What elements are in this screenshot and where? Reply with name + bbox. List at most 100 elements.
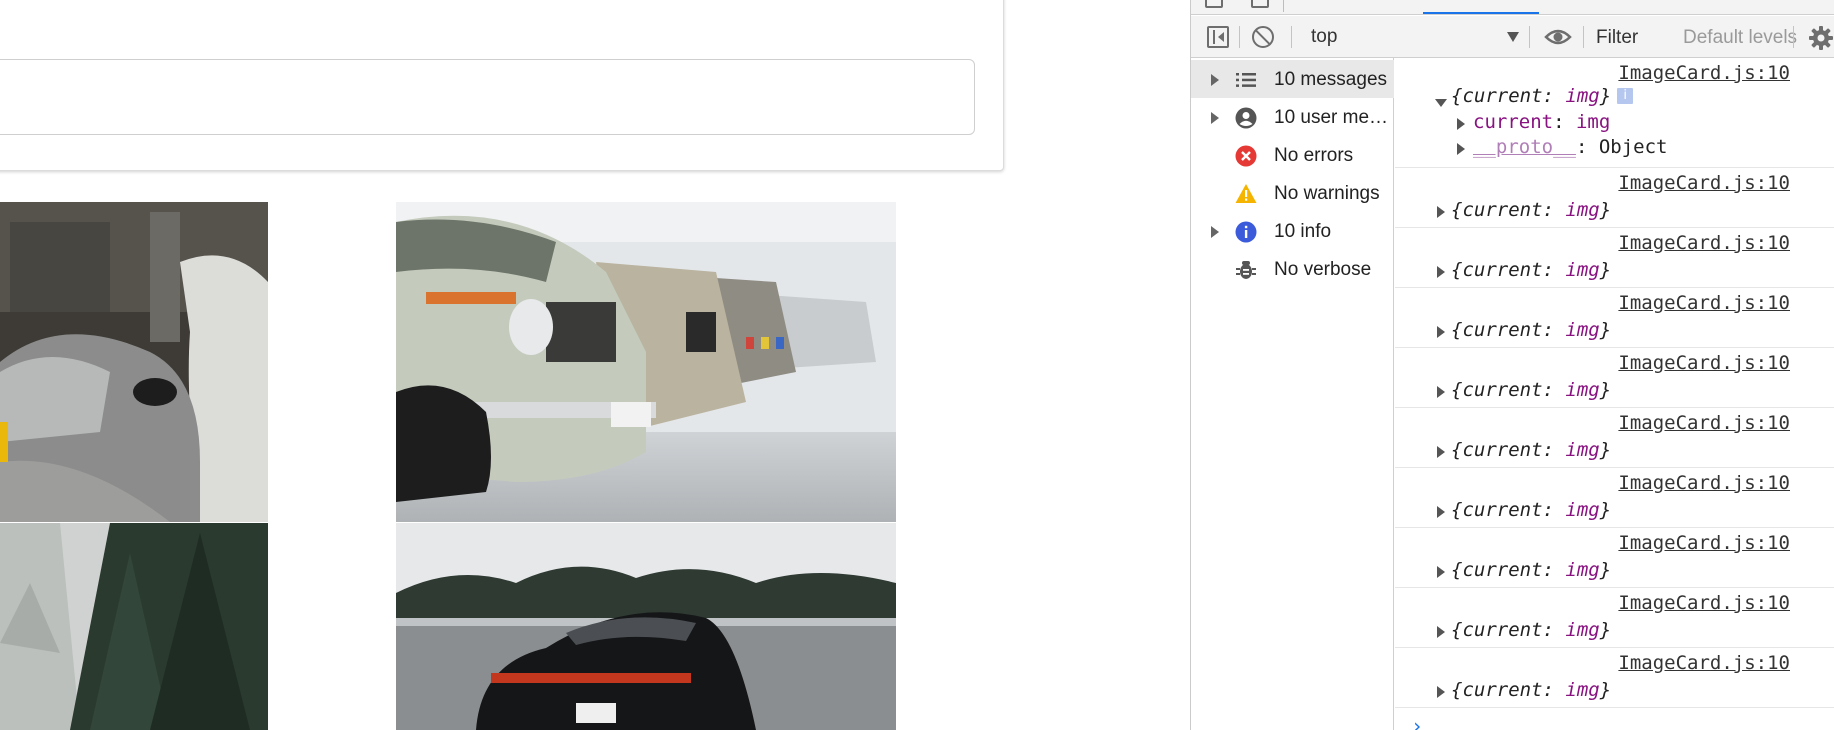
object-preview[interactable]: {current: img} <box>1451 559 1611 581</box>
chevron-down-icon <box>1507 32 1519 42</box>
expand-arrow-icon[interactable] <box>1437 686 1445 698</box>
context-selector[interactable]: top <box>1305 24 1519 50</box>
devtools-panel: top Default levels <box>1190 0 1834 730</box>
console-message: ImageCard.js:10 {current: img} i current:… <box>1395 58 1834 168</box>
expand-arrow-icon[interactable] <box>1211 74 1219 86</box>
expand-arrow-icon[interactable] <box>1211 112 1219 124</box>
car-photo-2-image <box>396 202 896 522</box>
expand-arrow-icon[interactable] <box>1437 266 1445 278</box>
sidebar-item-info[interactable]: 10 info <box>1191 212 1394 250</box>
devtools-tabbar <box>1191 0 1834 15</box>
expand-arrow-icon[interactable] <box>1437 506 1445 518</box>
toolbar-separator <box>1239 26 1240 48</box>
message-source-link[interactable]: ImageCard.js:10 <box>1618 592 1790 614</box>
expand-arrow-icon[interactable] <box>1437 386 1445 398</box>
sidebar-item-warnings[interactable]: No warnings <box>1191 174 1394 212</box>
bug-icon <box>1236 261 1256 279</box>
expand-arrow-icon[interactable] <box>1437 626 1445 638</box>
forest-photo-image <box>0 523 268 730</box>
sidebar-item-errors[interactable]: No errors <box>1191 136 1394 174</box>
clear-console-icon[interactable] <box>1252 26 1274 48</box>
live-expression-eye-icon[interactable] <box>1544 27 1572 47</box>
console-messages: ImageCard.js:10 {current: img} i current:… <box>1395 58 1834 730</box>
message-source-link[interactable]: ImageCard.js:10 <box>1618 62 1790 84</box>
toolbar-separator <box>1583 26 1584 48</box>
info-icon <box>1235 221 1257 243</box>
message-source-link[interactable]: ImageCard.js:10 <box>1618 172 1790 194</box>
porsche-photo-image <box>396 523 896 730</box>
message-source-link[interactable]: ImageCard.js:10 <box>1618 472 1790 494</box>
message-source-link[interactable]: ImageCard.js:10 <box>1618 652 1790 674</box>
sidebar-item-label: No errors <box>1274 145 1354 166</box>
object-preview[interactable]: {current: img} <box>1451 499 1611 521</box>
tab-console-active[interactable] <box>1423 12 1539 14</box>
expand-arrow-icon[interactable] <box>1437 446 1445 458</box>
console-message: ImageCard.js:10 {current: img} <box>1395 168 1834 228</box>
sidebar-item-verbose[interactable]: No verbose <box>1191 250 1394 288</box>
sidebar-item-label: No verbose <box>1274 259 1372 280</box>
collapse-arrow-icon[interactable] <box>1435 99 1447 107</box>
object-property[interactable]: current: img <box>1473 111 1610 133</box>
context-value: top <box>1311 26 1338 47</box>
console-prompt[interactable]: › <box>1411 714 1423 730</box>
object-preview[interactable]: {current: img} <box>1451 379 1611 401</box>
show-sidebar-icon[interactable] <box>1207 26 1229 48</box>
toolbar-separator <box>1529 26 1530 48</box>
gear-icon[interactable] <box>1807 24 1834 52</box>
object-preview[interactable]: {current: img} <box>1451 319 1611 341</box>
user-icon <box>1235 107 1257 129</box>
sidebar-item-label: 10 user messages <box>1274 107 1394 128</box>
console-message: ImageCard.js:10 {current: img} <box>1395 528 1834 588</box>
error-icon <box>1235 145 1257 167</box>
toolbar-separator <box>1793 26 1794 48</box>
sidebar-item-label: 10 messages <box>1274 69 1388 90</box>
console-message: ImageCard.js:10 {current: img} <box>1395 648 1834 708</box>
device-toolbar-icon[interactable] <box>1251 0 1269 8</box>
sidebar-item-label: No warnings <box>1274 183 1380 204</box>
expand-arrow-icon[interactable] <box>1457 143 1465 155</box>
expand-arrow-icon[interactable] <box>1457 118 1465 130</box>
toolbar-separator <box>1291 26 1292 48</box>
car-photo-1-image <box>0 202 268 522</box>
tab-separator <box>1283 0 1284 12</box>
web-page <box>0 0 1190 730</box>
expand-arrow-icon[interactable] <box>1437 326 1445 338</box>
expand-arrow-icon[interactable] <box>1437 206 1445 218</box>
object-preview[interactable]: {current: img} <box>1451 679 1611 701</box>
message-source-link[interactable]: ImageCard.js:10 <box>1618 232 1790 254</box>
sidebar-item-messages[interactable]: 10 messages <box>1191 60 1394 98</box>
message-source-link[interactable]: ImageCard.js:10 <box>1618 352 1790 374</box>
sidebar-item-user-messages[interactable]: 10 user messages <box>1191 98 1394 136</box>
sidebar-item-label: 10 info <box>1274 221 1332 242</box>
porsche-photo[interactable] <box>396 523 896 730</box>
message-source-link[interactable]: ImageCard.js:10 <box>1618 412 1790 434</box>
car-photo-2[interactable] <box>396 202 896 522</box>
object-preview[interactable]: {current: img} <box>1451 619 1611 641</box>
console-sidebar: 10 messages 10 user messages No errors <box>1191 58 1394 730</box>
search-input[interactable] <box>0 59 975 135</box>
forest-photo[interactable] <box>0 523 268 730</box>
inspect-icon[interactable] <box>1205 0 1223 8</box>
object-property[interactable]: __proto__: Object <box>1473 136 1667 158</box>
info-badge-icon[interactable]: i <box>1617 88 1634 104</box>
object-preview[interactable]: {current: img} i <box>1451 85 1634 107</box>
object-preview[interactable]: {current: img} <box>1451 439 1611 461</box>
message-source-link[interactable]: ImageCard.js:10 <box>1618 292 1790 314</box>
warning-icon <box>1235 184 1257 203</box>
console-message: ImageCard.js:10 {current: img} <box>1395 228 1834 288</box>
car-photo-1[interactable] <box>0 202 268 522</box>
message-source-link[interactable]: ImageCard.js:10 <box>1618 532 1790 554</box>
console-message: ImageCard.js:10 {current: img} <box>1395 468 1834 528</box>
expand-arrow-icon[interactable] <box>1437 566 1445 578</box>
object-preview[interactable]: {current: img} <box>1451 199 1611 221</box>
object-preview[interactable]: {current: img} <box>1451 259 1611 281</box>
console-message: ImageCard.js:10 {current: img} <box>1395 348 1834 408</box>
console-message: ImageCard.js:10 {current: img} <box>1395 288 1834 348</box>
console-toolbar: top Default levels <box>1191 16 1834 58</box>
search-card <box>0 0 1004 171</box>
log-level-selector[interactable]: Default levels <box>1669 26 1809 50</box>
expand-arrow-icon[interactable] <box>1211 226 1219 238</box>
list-icon <box>1236 73 1256 87</box>
console-message: ImageCard.js:10 {current: img} <box>1395 588 1834 648</box>
console-message: ImageCard.js:10 {current: img} <box>1395 408 1834 468</box>
